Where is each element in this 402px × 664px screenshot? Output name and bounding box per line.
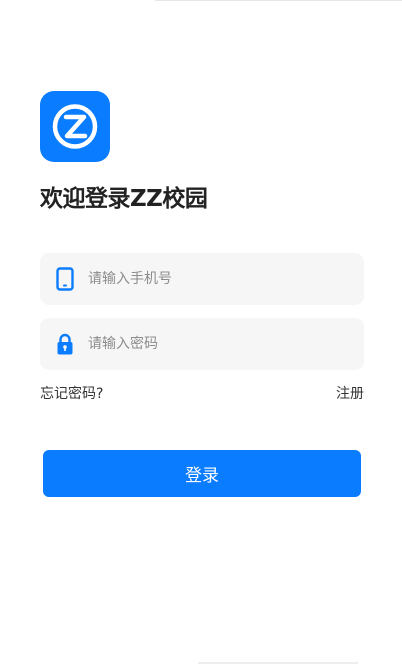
lock-icon [57, 333, 73, 355]
zz-campus-logo-icon [52, 104, 98, 149]
login-button[interactable]: 登录 [43, 450, 361, 497]
register-link[interactable]: 注册 [336, 383, 364, 403]
password-field[interactable] [40, 318, 364, 370]
page-title: 欢迎登录ZZ校园 [40, 186, 208, 212]
top-divider [155, 0, 402, 1]
app-logo [40, 91, 110, 162]
phone-field[interactable] [40, 253, 364, 305]
forgot-password-link[interactable]: 忘记密码? [40, 383, 103, 403]
password-input[interactable] [88, 318, 350, 370]
phone-icon [56, 267, 74, 291]
phone-input[interactable] [88, 253, 350, 305]
